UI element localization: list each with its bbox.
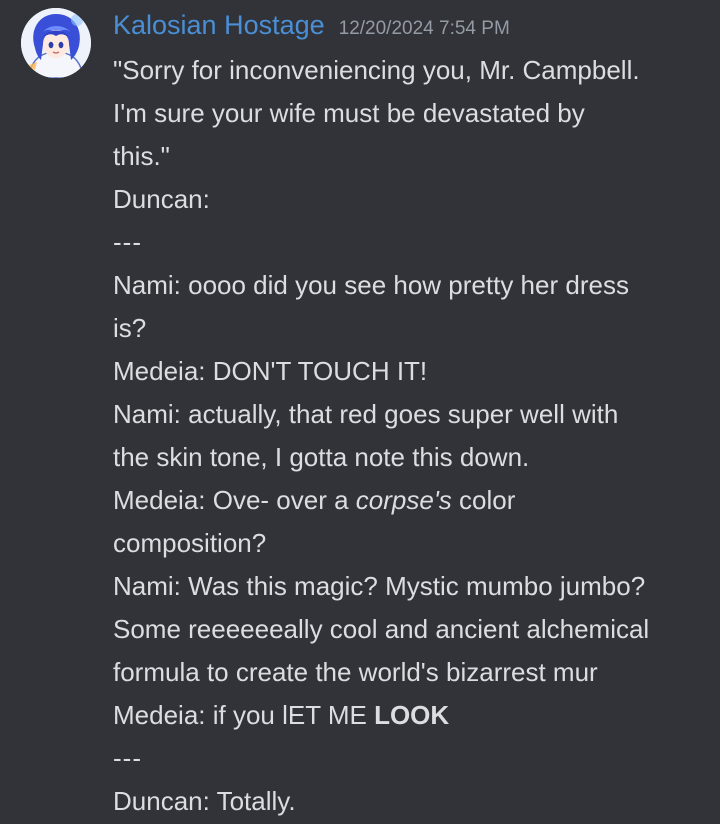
message-line: the skin tone, I gotta note this down. xyxy=(113,442,530,472)
message-line: "Sorry for inconveniencing you, Mr. Camp… xyxy=(113,55,640,85)
message-line: this." xyxy=(113,141,170,171)
message-line: Some reeeeeeally cool and ancient alchem… xyxy=(113,614,650,644)
author-username[interactable]: Kalosian Hostage xyxy=(113,10,325,41)
message-line: Duncan: Totally. xyxy=(113,786,296,816)
line-text: color xyxy=(451,485,516,515)
message-header: Kalosian Hostage 12/20/2024 7:54 PM xyxy=(113,10,510,46)
avatar-character-icon xyxy=(21,8,91,78)
message-line: Medeia: Ove- over a corpse's color xyxy=(113,479,713,522)
message-line: Nami: oooo did you see how pretty her dr… xyxy=(113,270,629,300)
message-line: Nami: actually, that red goes super well… xyxy=(113,399,619,429)
line-text: Medeia: Ove- over a xyxy=(113,485,356,515)
message-line: Duncan: xyxy=(113,184,210,214)
message-line: I'm sure your wife must be devastated by xyxy=(113,98,585,128)
message-line: Medeia: if you lET ME LOOK xyxy=(113,694,713,737)
bold-text: LOOK xyxy=(374,700,450,730)
message-content: "Sorry for inconveniencing you, Mr. Camp… xyxy=(113,49,713,823)
italic-text: corpse's xyxy=(355,485,452,515)
message-timestamp[interactable]: 12/20/2024 7:54 PM xyxy=(339,18,510,40)
message-line: formula to create the world's bizarrest … xyxy=(113,657,598,687)
message-line: Nami: Was this magic? Mystic mumbo jumbo… xyxy=(113,571,646,601)
separator-line: --- xyxy=(113,743,142,773)
chat-message: Kalosian Hostage 12/20/2024 7:54 PM "Sor… xyxy=(0,0,720,824)
line-text: Medeia: if you lET ME xyxy=(113,700,375,730)
separator-line: --- xyxy=(113,227,142,257)
user-avatar[interactable] xyxy=(21,8,91,78)
message-line: composition? xyxy=(113,528,267,558)
message-line: Medeia: DON'T TOUCH IT! xyxy=(113,356,428,386)
message-line: is? xyxy=(113,313,147,343)
